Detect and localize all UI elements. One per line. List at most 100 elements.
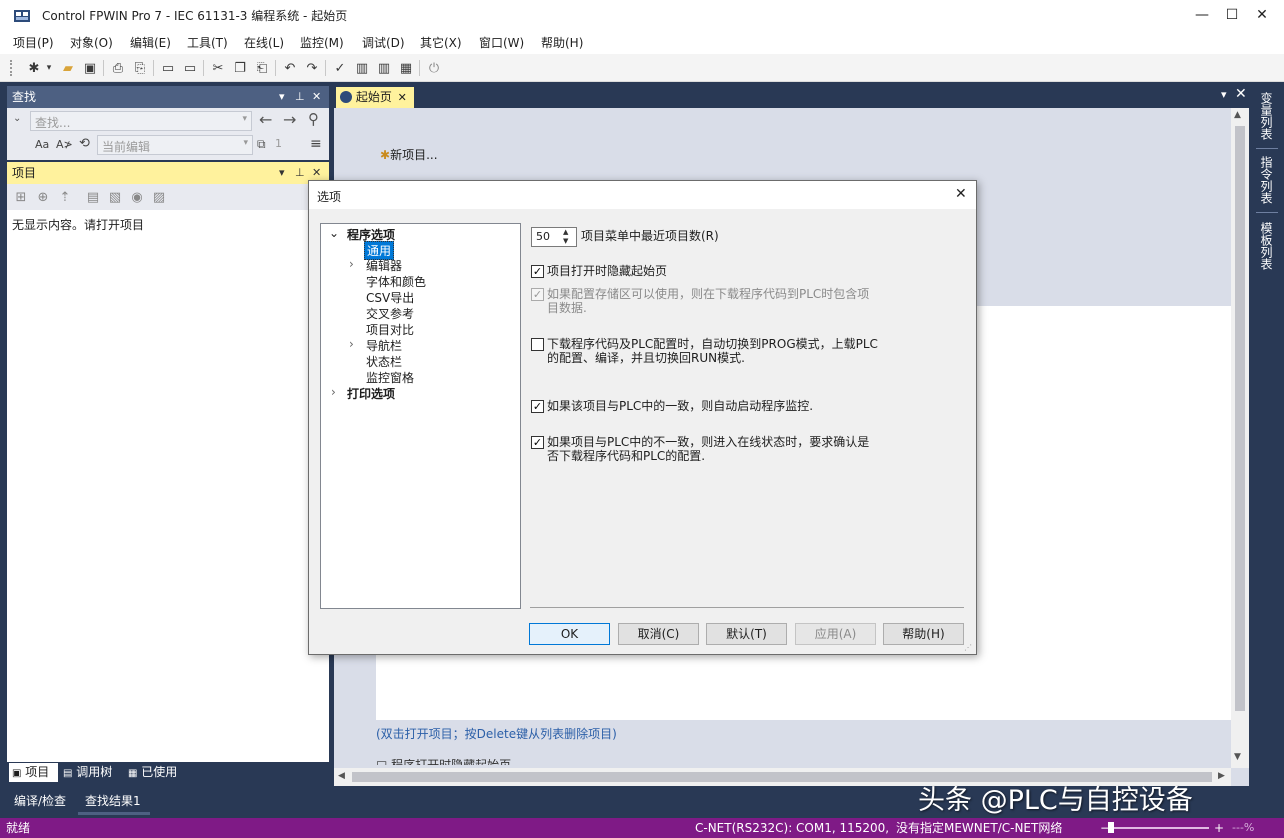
pin-icon[interactable]: ⊥ — [295, 162, 305, 184]
scroll-right-icon[interactable]: ▶ — [1218, 771, 1225, 781]
cancel-button[interactable]: 取消(C) — [618, 623, 699, 645]
redo-icon[interactable]: ↷ — [302, 58, 322, 78]
tab-compile-check[interactable]: 编译/检查 — [14, 792, 66, 809]
build-all-icon[interactable]: ▦ — [396, 58, 416, 78]
spinner-arrows-icon[interactable]: ▲ ▼ — [563, 228, 568, 246]
search-icon[interactable]: ⚲ — [308, 110, 319, 128]
menu-project[interactable]: 项目(P) — [13, 34, 54, 51]
toolbar-grip[interactable] — [10, 60, 13, 76]
find-options-chevron-icon[interactable]: ⌄ — [13, 113, 21, 124]
apply-button[interactable]: 应用(A) — [795, 623, 876, 645]
tree-item-cross-reference[interactable]: 交叉参考 — [366, 305, 414, 322]
tree-item-editor[interactable]: 编辑器 — [366, 257, 402, 274]
match-case-toggle[interactable]: Aa — [35, 138, 49, 151]
whole-word-toggle[interactable]: A≯ — [56, 138, 73, 151]
comment-icon[interactable]: ▭ — [158, 58, 178, 78]
checkbox-hide-start-page[interactable]: ✓ — [531, 265, 544, 278]
scroll-left-icon[interactable]: ◀ — [338, 771, 345, 781]
arrow-left-icon[interactable]: ← — [259, 110, 272, 129]
menu-debug[interactable]: 调试(D) — [362, 34, 405, 51]
menu-other[interactable]: 其它(X) — [420, 34, 462, 51]
tree-collapse-icon[interactable]: › — [349, 257, 354, 271]
default-button[interactable]: 默认(T) — [706, 623, 787, 645]
checkbox-auto-monitor[interactable]: ✓ — [531, 400, 544, 413]
online-plug-icon[interactable]: ⏻ — [424, 58, 444, 78]
panel-menu-icon[interactable]: ▾ — [279, 86, 285, 108]
resize-grip-icon[interactable]: ⋰ — [964, 643, 972, 652]
paste-icon[interactable]: ⎗ — [252, 58, 272, 78]
chevron-down-icon[interactable]: ▾ — [243, 138, 248, 148]
menu-online[interactable]: 在线(L) — [244, 34, 284, 51]
undo-icon[interactable]: ↶ — [280, 58, 300, 78]
tree-item-fonts-colors[interactable]: 字体和颜色 — [366, 273, 426, 290]
new-project-link[interactable]: ✱新项目... — [380, 146, 438, 163]
tab-project[interactable]: ▣ 项目 — [9, 763, 58, 782]
tree-item-print-options[interactable]: 打印选项 — [347, 385, 395, 402]
scroll-down-icon[interactable]: ▼ — [1234, 752, 1241, 762]
tree-item-navigation-bar[interactable]: 导航栏 — [366, 337, 402, 354]
zoom-slider[interactable] — [1113, 827, 1209, 829]
pin-icon[interactable]: ⊥ — [295, 86, 305, 108]
tree-collapse-icon[interactable]: › — [349, 337, 354, 351]
find-input[interactable]: 查找... ▾ — [30, 111, 252, 131]
tree-item-status-bar[interactable]: 状态栏 — [366, 353, 402, 370]
ok-button[interactable]: OK — [529, 623, 610, 645]
tree-item-project-compare[interactable]: 项目对比 — [366, 321, 414, 338]
arrow-right-icon[interactable]: → — [283, 110, 296, 129]
tree-collapse-icon[interactable]: › — [331, 385, 336, 399]
tab-call-tree[interactable]: ▤ 调用树 — [63, 763, 112, 783]
menu-help[interactable]: 帮助(H) — [541, 34, 583, 51]
document-menu-icon[interactable]: ▾ — [1221, 88, 1227, 101]
minimize-button[interactable]: — — [1188, 4, 1216, 26]
check-icon[interactable]: ✓ — [330, 58, 350, 78]
tree-item-monitor-pane[interactable]: 监控窗格 — [366, 369, 414, 386]
chevron-down-icon[interactable]: ▾ — [242, 114, 247, 124]
vertical-scrollbar[interactable]: ▲ ▼ — [1231, 108, 1249, 768]
help-button[interactable]: 帮助(H) — [883, 623, 964, 645]
panel-menu-icon[interactable]: ▾ — [279, 162, 285, 184]
new-project-icon[interactable]: ✱ — [24, 58, 44, 78]
find-scope-icon[interactable]: ⟲ — [79, 136, 90, 151]
menu-tools[interactable]: 工具(T) — [187, 34, 228, 51]
copy-icon[interactable]: ❐ — [230, 58, 250, 78]
menu-edit[interactable]: 编辑(E) — [130, 34, 171, 51]
tab-close-icon[interactable]: ✕ — [398, 91, 407, 104]
dialog-close-icon[interactable]: ✕ — [955, 186, 967, 202]
checkbox-include-project-data[interactable]: ✓ — [531, 288, 544, 301]
panel-close-icon[interactable]: ✕ — [312, 86, 321, 108]
cut-icon[interactable]: ✂ — [208, 58, 228, 78]
count-spinner[interactable]: 1 — [275, 137, 305, 155]
add-item-icon[interactable]: ⊕ — [33, 187, 53, 207]
tree-expand-icon[interactable]: ⌄ — [329, 226, 339, 240]
document-close-icon[interactable]: ✕ — [1235, 86, 1247, 102]
tree-item-csv-export[interactable]: CSV导出 — [366, 289, 414, 306]
print-preview-icon[interactable]: ⎙ — [108, 58, 128, 78]
close-button[interactable]: ✕ — [1248, 4, 1276, 26]
rebuild-icon[interactable]: ▥ — [374, 58, 394, 78]
scroll-up-icon[interactable]: ▲ — [1234, 110, 1241, 120]
tab-find-results[interactable]: 查找结果1 — [85, 792, 141, 809]
find-scope-select[interactable]: 当前编辑 ▾ — [97, 135, 253, 155]
list-options-icon[interactable]: ≡ — [310, 136, 322, 152]
checkbox-auto-prog-mode[interactable] — [531, 338, 544, 351]
tab-start-page[interactable]: 起始页 ✕ — [336, 87, 414, 108]
move-up-icon[interactable]: ⇡ — [55, 187, 75, 207]
menu-window[interactable]: 窗口(W) — [479, 34, 524, 51]
compile-icon[interactable]: ▧ — [105, 187, 125, 207]
monitor-icon[interactable]: ◉ — [127, 187, 147, 207]
build-icon[interactable]: ▥ — [352, 58, 372, 78]
zoom-slider-thumb[interactable] — [1108, 822, 1114, 833]
recent-count-spinner[interactable]: 50 ▲ ▼ — [531, 227, 577, 247]
open-folder-icon[interactable]: ▰ — [58, 58, 78, 78]
tab-variable-list[interactable]: 变量列表 — [1258, 92, 1275, 140]
properties-icon[interactable]: ▤ — [83, 187, 103, 207]
expand-tree-icon[interactable]: ⊞ — [11, 187, 31, 207]
scroll-thumb[interactable] — [1235, 126, 1245, 711]
export-icon[interactable]: ▨ — [149, 187, 169, 207]
checkbox-confirm-download[interactable]: ✓ — [531, 436, 544, 449]
uncomment-icon[interactable]: ▭ — [180, 58, 200, 78]
maximize-button[interactable]: ☐ — [1218, 4, 1246, 26]
zoom-in-icon[interactable]: + — [1214, 818, 1224, 838]
print-icon[interactable]: ⎘ — [130, 58, 150, 78]
menu-monitor[interactable]: 监控(M) — [300, 34, 344, 51]
